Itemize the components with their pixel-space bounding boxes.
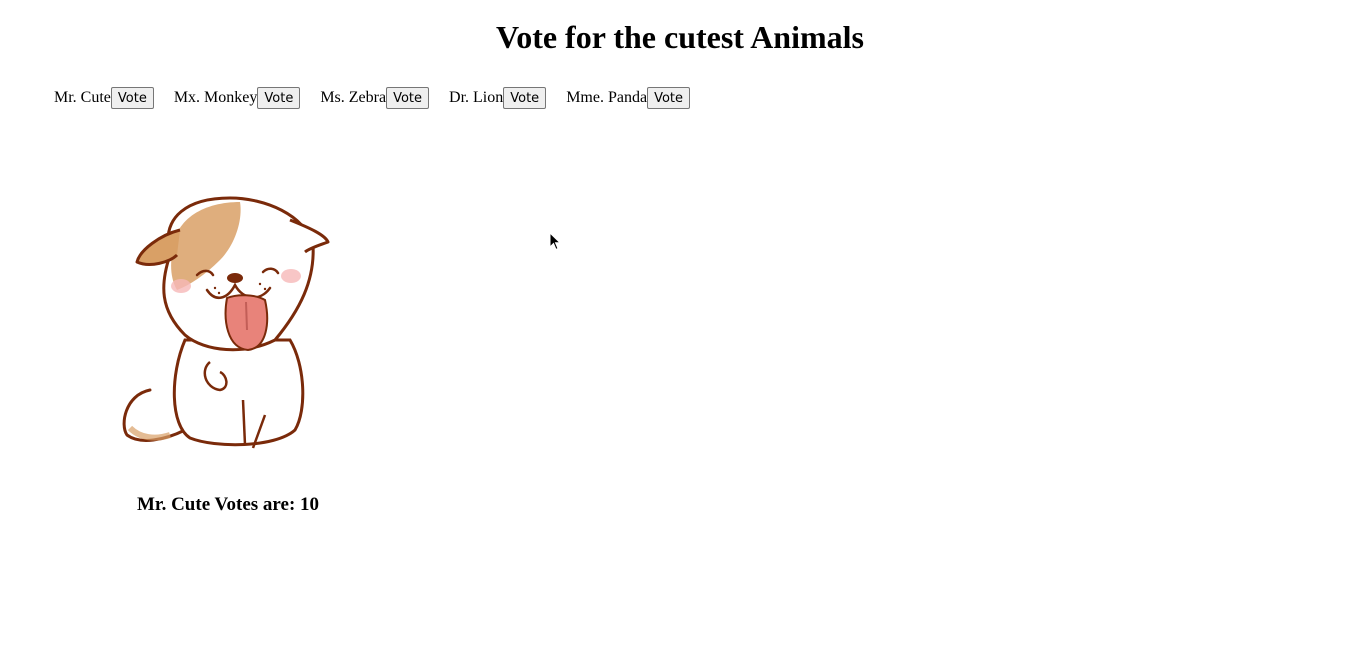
candidate-mr-cute: Mr. Cute Vote — [54, 87, 154, 109]
vote-button-mx-monkey[interactable]: Vote — [257, 87, 301, 109]
vote-button-mme-panda[interactable]: Vote — [647, 87, 690, 109]
candidate-name: Ms. Zebra — [320, 89, 387, 106]
mouse-cursor-icon — [549, 232, 562, 251]
vote-button-ms-zebra[interactable]: Vote — [386, 87, 430, 109]
vote-button-mr-cute[interactable]: Vote — [110, 87, 154, 109]
vote-button-dr-lion[interactable]: Vote — [503, 87, 547, 109]
candidate-mme-panda: Mme. Panda Vote — [566, 87, 690, 109]
candidate-name: Mr. Cute — [54, 89, 111, 106]
candidate-name: Mme. Panda — [566, 89, 648, 106]
vote-count-text: Mr. Cute Votes are: 10 — [136, 494, 320, 515]
vote-bar: Mr. Cute Vote Mx. Monkey Vote Ms. Zebra … — [54, 87, 710, 109]
candidate-dr-lion: Dr. Lion Vote — [449, 87, 547, 109]
voting-page: Vote for the cutest Animals Mr. Cute Vot… — [0, 0, 1360, 665]
candidate-ms-zebra: Ms. Zebra Vote — [320, 87, 430, 109]
candidate-name: Mx. Monkey — [173, 89, 258, 106]
candidate-name: Dr. Lion — [449, 89, 504, 106]
cartoon-puppy-icon — [122, 196, 330, 449]
page-title: Vote for the cutest Animals — [496, 19, 864, 55]
candidate-mx-monkey: Mx. Monkey Vote — [174, 87, 301, 109]
